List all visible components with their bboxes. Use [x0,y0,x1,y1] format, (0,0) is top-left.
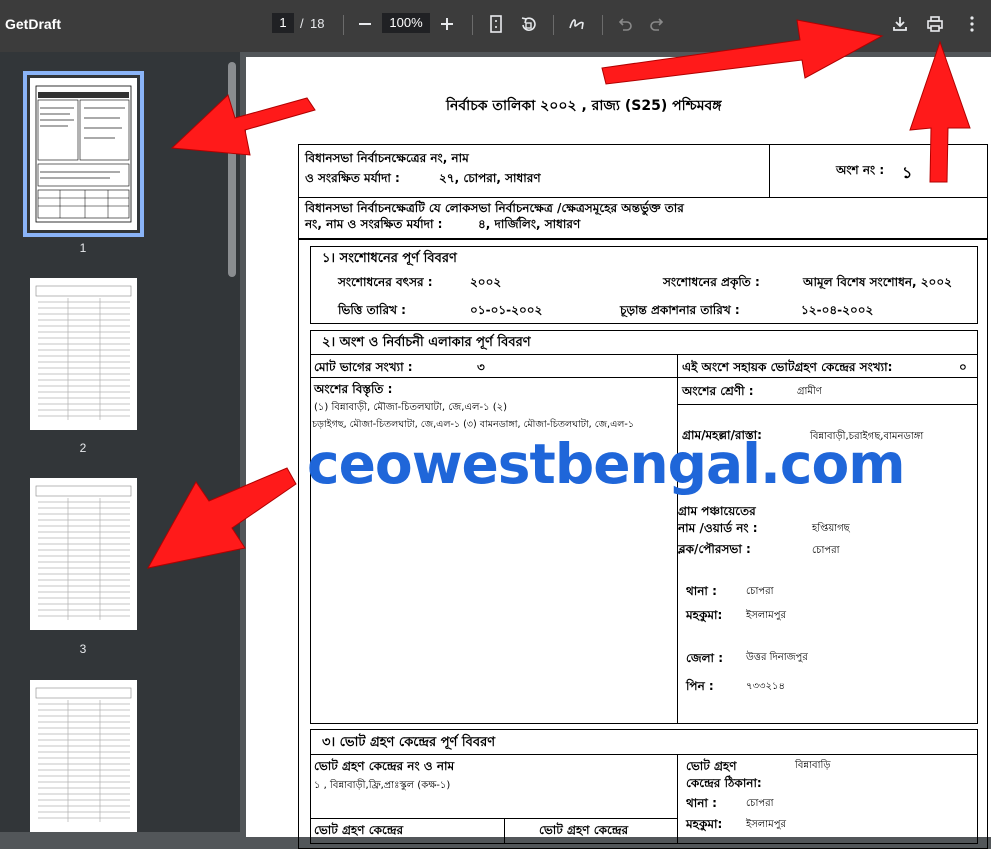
arrow-to-print-icon [909,40,971,183]
arrow-to-thumbnail-1 [170,94,316,156]
arrow-to-thumbnail-3 [147,467,297,569]
arrow-to-download-icon [601,19,884,85]
annotation-arrows [147,19,971,569]
